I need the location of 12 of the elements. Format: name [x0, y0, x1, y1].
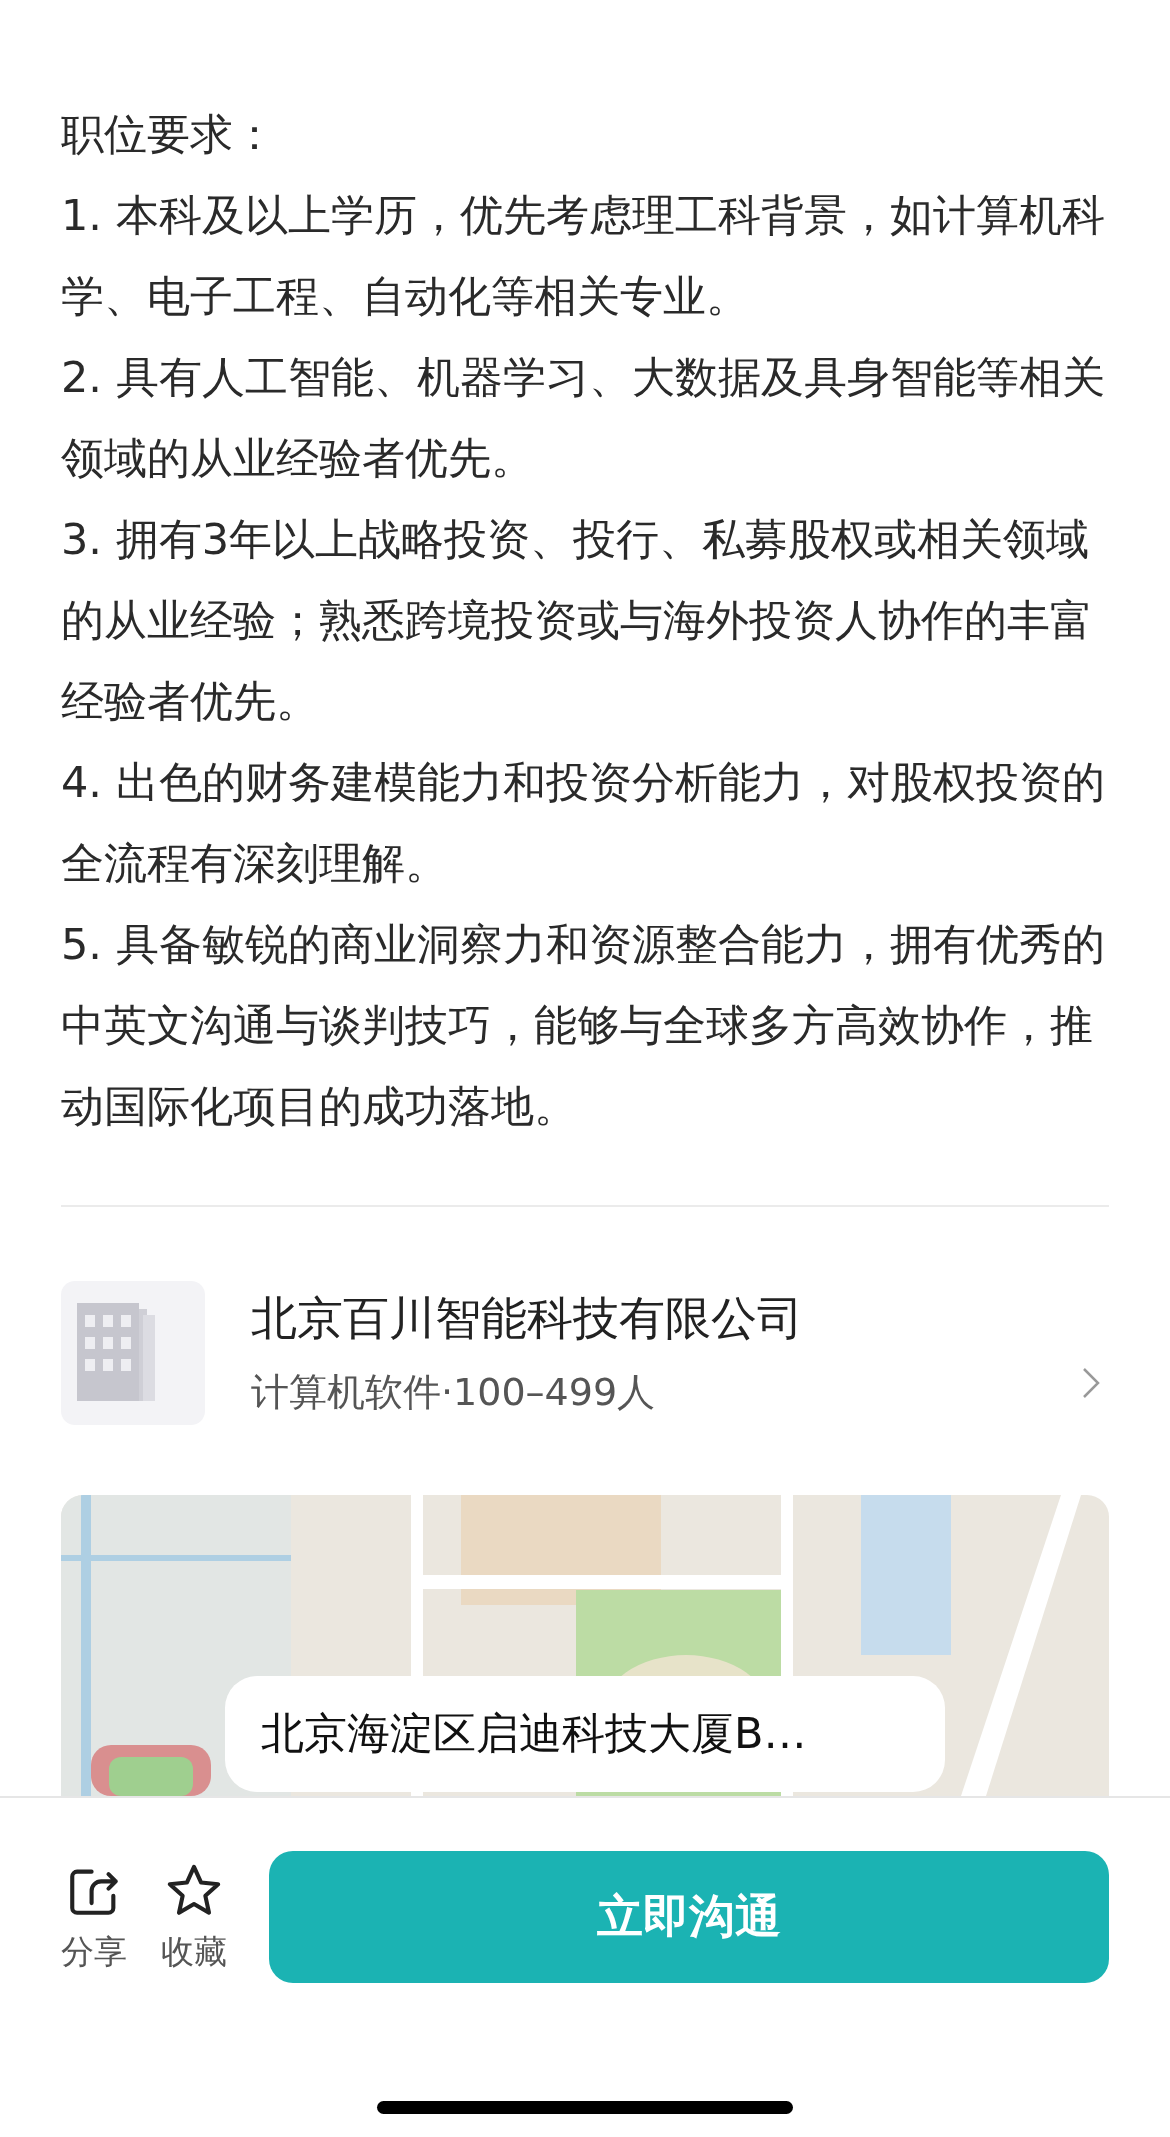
requirement-text: 1. 本科及以上学历，优先考虑理工科背景，如计算机科学、电子工程、自动化等相关专业。 — [61, 189, 1106, 323]
requirement-text: 3. 拥有3年以上战略投资、投行、私募股权或相关领域的从业经验；熟悉跨境投资或与海外投资人协作的丰富经验者优先。 — [61, 513, 1094, 728]
company-name: 北京百川智能科技有限公司 — [251, 1290, 804, 1347]
requirement-text: 4. 出色的财务建模能力和投资分析能力，对股权投资的全流程有深刻理解。 — [61, 756, 1106, 890]
requirement-text: 5. 具备敏锐的商业洞察力和资源整合能力，拥有优秀的中英文沟通与谈判技巧，能够与全球多方高效协作，推动国际化项目的成功落地。 — [61, 918, 1106, 1133]
chevron-right-icon[interactable] — [1081, 1366, 1101, 1400]
address-label[interactable]: 北京海淀区启迪科技大厦B… — [225, 1676, 945, 1792]
company-details: 计算机软件·100–499人 — [251, 1369, 657, 1416]
share-button[interactable]: 分享 — [61, 1862, 127, 1972]
requirement-text: 2. 具有人工智能、机器学习、大数据及具身智能等相关领域的从业经验者优先。 — [61, 351, 1106, 485]
section-heading: 职位要求： — [61, 108, 277, 161]
favorite-button[interactable]: 收藏 — [161, 1862, 227, 1972]
